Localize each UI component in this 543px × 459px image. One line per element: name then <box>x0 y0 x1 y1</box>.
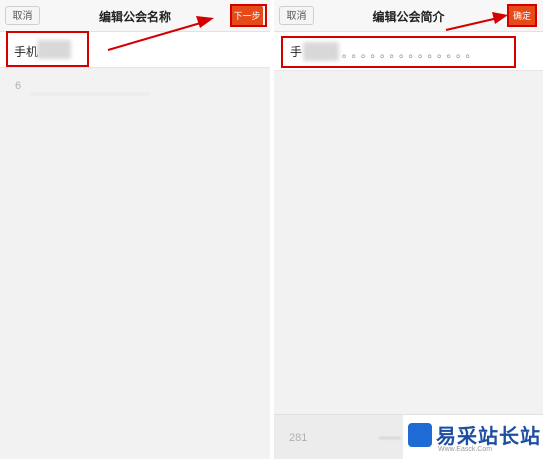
arrow-line-left <box>107 21 205 51</box>
annotation-arrows <box>107 12 508 51</box>
arrow-head-left <box>196 16 214 28</box>
arrow-head-right <box>492 12 508 24</box>
arrow-line-right <box>445 17 499 31</box>
